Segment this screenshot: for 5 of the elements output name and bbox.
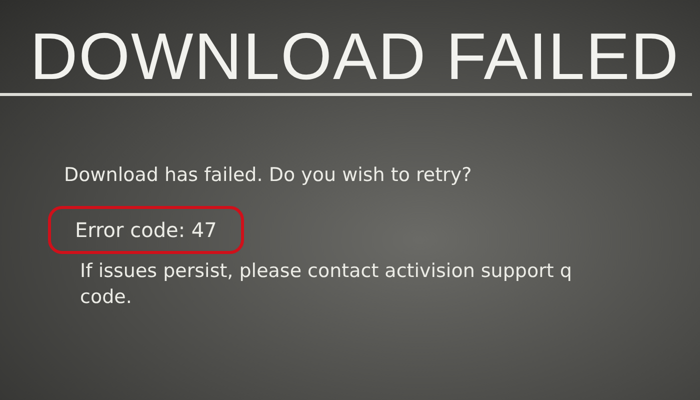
help-text: If issues persist, please contact activision support q [80, 259, 573, 284]
help-text: code. [80, 285, 133, 310]
message-text: Download has failed. Do you wish to retry? [64, 164, 473, 186]
error-code: Error code: 47 [48, 206, 244, 254]
dialog-title: DOWNLOAD FAILED [30, 22, 680, 90]
